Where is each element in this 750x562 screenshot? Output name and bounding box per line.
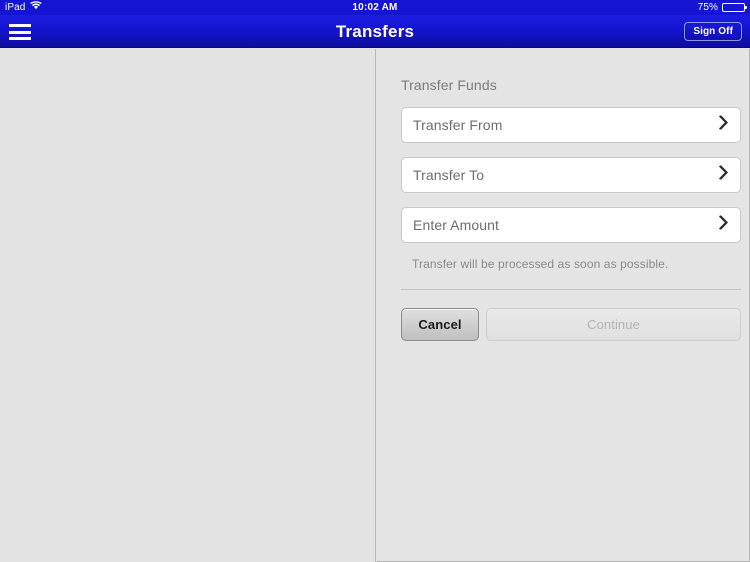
enter-amount-label: Enter Amount	[413, 217, 500, 233]
cancel-button[interactable]: Cancel	[401, 308, 479, 341]
battery-icon	[722, 3, 747, 12]
transfer-form: Transfer Funds Transfer From Transfer To	[401, 49, 741, 341]
app-screen: iPad 10:02 AM 75% Transfers Sign Off Tra…	[0, 0, 750, 562]
processing-note: Transfer will be processed as soon as po…	[412, 257, 669, 271]
transfer-from-label: Transfer From	[413, 117, 503, 133]
transfer-from-field[interactable]: Transfer From	[401, 107, 741, 143]
chevron-right-icon	[718, 114, 728, 135]
status-bar: iPad 10:02 AM 75%	[0, 0, 750, 15]
section-title: Transfer Funds	[401, 77, 497, 93]
status-bar-clock: 10:02 AM	[352, 2, 398, 13]
status-bar-right: 75%	[697, 0, 747, 15]
battery-percentage-label: 75%	[697, 2, 718, 13]
enter-amount-field[interactable]: Enter Amount	[401, 207, 741, 243]
sign-off-button[interactable]: Sign Off	[684, 22, 742, 41]
left-empty-pane	[0, 49, 376, 562]
chevron-right-icon	[718, 214, 728, 235]
page-title: Transfers	[335, 22, 415, 41]
continue-button: Continue	[486, 308, 741, 341]
action-button-row: Cancel Continue	[401, 308, 741, 341]
section-divider	[401, 289, 741, 290]
transfer-to-label: Transfer To	[413, 167, 485, 183]
navigation-bar: Transfers Sign Off	[0, 15, 750, 48]
transfer-to-field[interactable]: Transfer To	[401, 157, 741, 193]
transfer-form-pane: Transfer Funds Transfer From Transfer To	[377, 49, 750, 562]
content-area: Transfer Funds Transfer From Transfer To	[0, 49, 750, 562]
chevron-right-icon	[718, 164, 728, 185]
